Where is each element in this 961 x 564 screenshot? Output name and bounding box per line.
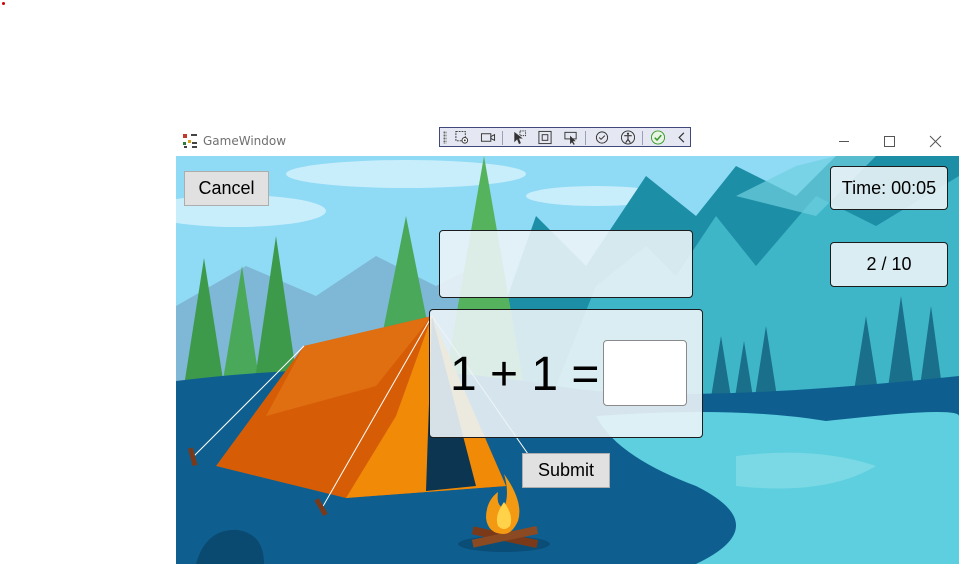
game-area: Cancel Time: 00:05 2 / 10 1 + 1 = Submit [176,156,959,564]
question-panel: 1 + 1 = [429,309,703,438]
binding-failures-icon[interactable] [594,130,610,145]
cloud [286,160,526,188]
select-element-icon[interactable] [454,130,470,145]
timer-display: Time: 00:05 [830,166,948,210]
game-window: GameWindow Cancel Time: 00:05 2 / 10 1 +… [176,127,959,564]
window-title: GameWindow [203,134,287,148]
answer-input[interactable] [603,340,687,406]
submit-button[interactable]: Submit [522,453,610,488]
collapse-chevron-icon[interactable] [674,130,690,145]
select-cursor-icon[interactable] [511,130,527,145]
maximize-icon[interactable] [866,127,912,156]
grip-icon[interactable] [443,131,447,144]
toolbar-separator [585,131,586,145]
message-box [439,230,693,298]
title-bar[interactable]: GameWindow [176,127,959,156]
cancel-button[interactable]: Cancel [184,171,269,206]
question-text: 1 + 1 = [450,348,600,401]
record-icon[interactable] [480,130,496,145]
check-icon[interactable] [650,130,666,145]
xaml-debug-toolbar [439,127,691,147]
visual-studio-app-icon [183,134,197,148]
question-progress: 2 / 10 [830,242,948,287]
toolbar-separator [642,131,643,145]
minimize-icon[interactable] [821,127,867,156]
accessibility-icon[interactable] [620,130,636,145]
toolbar-separator [502,131,503,145]
corner-dot [2,2,5,5]
close-icon[interactable] [913,127,959,156]
display-layout-adorners-icon[interactable] [537,130,553,145]
track-focus-icon[interactable] [563,130,579,145]
